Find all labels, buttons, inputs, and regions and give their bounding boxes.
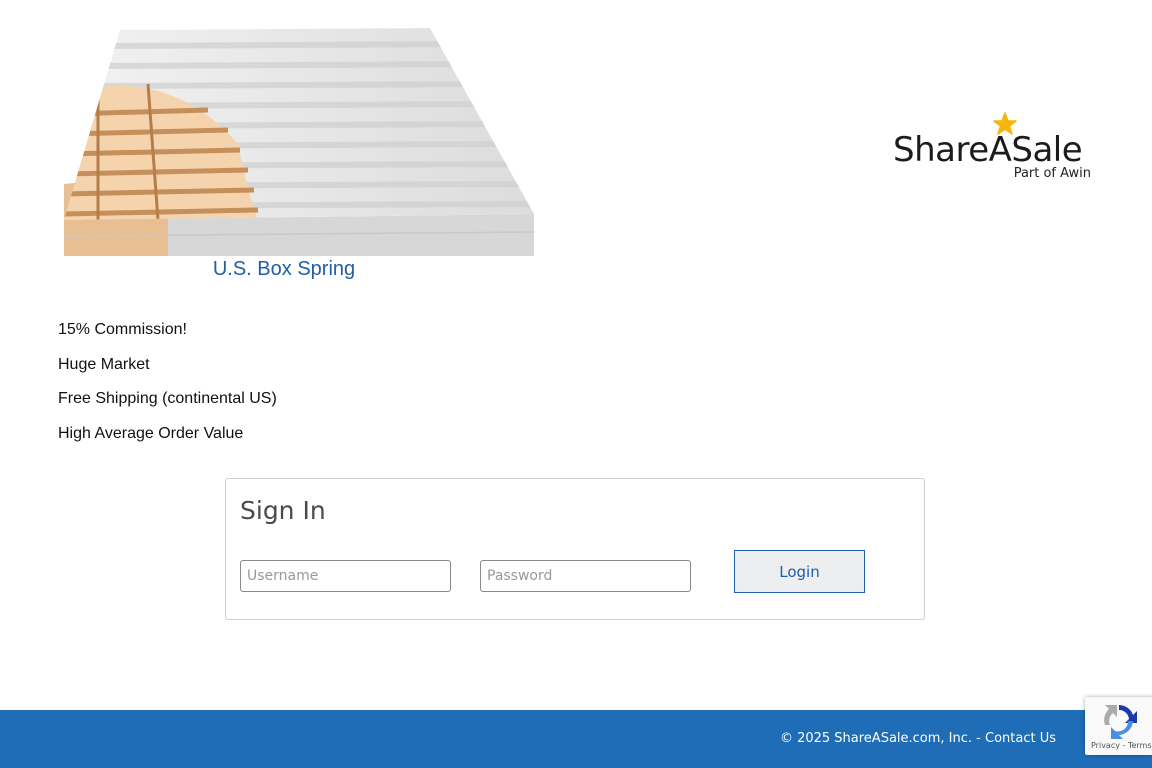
contact-us-link[interactable]: Contact Us [985, 731, 1056, 746]
recaptcha-separator: - [1119, 741, 1128, 750]
feature-item: High Average Order Value [58, 424, 244, 442]
feature-item: Huge Market [58, 355, 150, 373]
banner-caption: U.S. Box Spring [212, 258, 356, 280]
recaptcha-icon [1104, 705, 1137, 739]
footer: © 2025 ShareASale.com, Inc. - Contact Us [0, 710, 1152, 768]
logo-subtitle: Part of Awin [1013, 166, 1091, 181]
recaptcha-links: Privacy - Terms [1091, 741, 1152, 750]
recaptcha-badge[interactable]: Privacy - Terms [1085, 697, 1152, 755]
box-spring-image [63, 28, 535, 256]
terms-link[interactable]: Terms [1128, 741, 1152, 750]
page: U.S. Box Spring ShareASale Part of Awin … [0, 0, 1152, 768]
signin-title: Sign In [240, 496, 326, 525]
login-button[interactable]: Login [734, 550, 865, 593]
sharesale-logo[interactable]: ShareASale Part of Awin [893, 112, 1098, 188]
product-banner: U.S. Box Spring [58, 24, 538, 286]
logo-name: ShareASale [893, 130, 1083, 170]
signin-panel: Sign In Login [225, 478, 925, 620]
password-input[interactable] [480, 560, 691, 592]
feature-list: 15% Commission! Huge Market Free Shippin… [58, 320, 277, 458]
privacy-link[interactable]: Privacy [1091, 741, 1120, 750]
feature-item: 15% Commission! [58, 321, 187, 338]
username-input[interactable] [240, 560, 451, 592]
copyright-text: © 2025 ShareASale.com, Inc. - [779, 731, 985, 746]
footer-text: © 2025 ShareASale.com, Inc. - Contact Us [780, 731, 1056, 746]
feature-item: Free Shipping (continental US) [58, 390, 277, 407]
